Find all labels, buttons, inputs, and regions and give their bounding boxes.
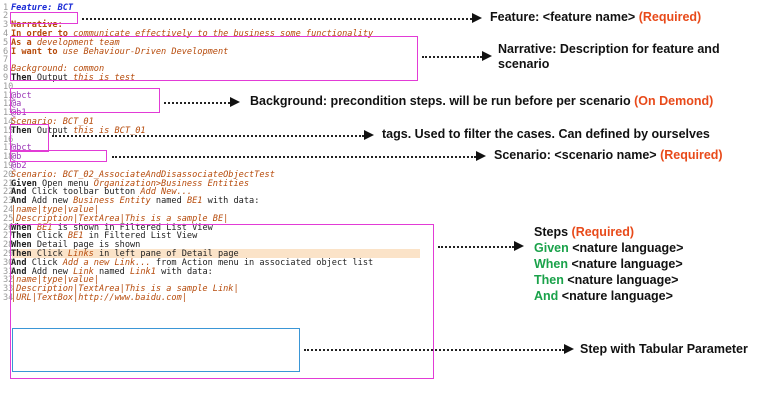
steps-keyword: Then	[534, 273, 564, 287]
background-annotation: Background: precondition steps. will be …	[250, 94, 713, 108]
code-token: named	[150, 196, 187, 207]
steps-line-text: <nature language>	[568, 241, 684, 255]
background-annotation-text: Background: precondition steps. will be …	[250, 94, 631, 108]
narrative-annotation: Narrative: Description for feature and s…	[498, 42, 720, 72]
code-token: with data:	[202, 196, 260, 207]
narrative-leader	[422, 56, 482, 58]
steps-keyword: Given	[534, 241, 569, 255]
scenario-required-label: (Required)	[660, 148, 723, 162]
tags-annotation: tags. Used to filter the cases. Can defi…	[382, 127, 710, 141]
scenario-annotation: Scenario: <scenario name> (Required)	[494, 148, 723, 162]
tags-box	[10, 124, 49, 152]
steps-keyword: When	[534, 257, 569, 271]
tabular-annotation: Step with Tabular Parameter	[580, 342, 748, 356]
narrative-annotation-line2: scenario	[498, 57, 550, 71]
narrative-annotation-line1: Narrative: Description for feature and	[498, 42, 720, 56]
background-leader	[164, 102, 230, 104]
tags-arrow-icon	[364, 130, 374, 140]
steps-leader	[438, 246, 514, 248]
feature-leader	[82, 18, 472, 20]
steps-annotation: Steps (Required) Given <nature language>…	[534, 224, 683, 304]
steps-required-label: (Required)	[571, 225, 635, 239]
steps-line-text: <nature language>	[568, 257, 683, 271]
background-required-label: (On Demond)	[634, 94, 714, 108]
narrative-box	[10, 36, 418, 81]
steps-line-when: When <nature language>	[534, 256, 683, 272]
steps-title: Steps (Required)	[534, 224, 683, 240]
feature-arrow-icon	[472, 13, 482, 23]
background-arrow-icon	[230, 97, 240, 107]
narrative-arrow-icon	[482, 51, 492, 61]
feature-required-label: (Required)	[638, 10, 702, 24]
steps-arrow-icon	[514, 241, 524, 251]
feature-annotation: Feature: <feature name> (Required)	[490, 10, 701, 24]
tags-leader	[52, 135, 364, 137]
steps-line-and: And <nature language>	[534, 288, 683, 304]
code-token: BE1	[186, 196, 203, 207]
feature-box	[10, 12, 78, 24]
feature-annotation-text: Feature: <feature name>	[490, 10, 636, 24]
scenario-box	[10, 150, 107, 162]
background-box	[10, 88, 160, 113]
scenario-annotation-text: Scenario: <scenario name>	[494, 148, 657, 162]
tabular-arrow-icon	[564, 344, 574, 354]
steps-line-then: Then <nature language>	[534, 272, 683, 288]
code-line: 1 Feature: BCT	[3, 2, 74, 13]
steps-line-text: <nature language>	[563, 273, 679, 287]
scenario-leader	[112, 156, 476, 158]
steps-keyword: And	[534, 289, 559, 303]
code-token: Feature: BCT	[11, 2, 74, 13]
steps-title-text: Steps	[534, 225, 569, 239]
tabular-box	[12, 328, 300, 372]
tabular-leader	[304, 349, 564, 351]
steps-line-text: <nature language>	[558, 289, 673, 303]
scenario-arrow-icon	[476, 151, 486, 161]
steps-line-given: Given <nature language>	[534, 240, 683, 256]
